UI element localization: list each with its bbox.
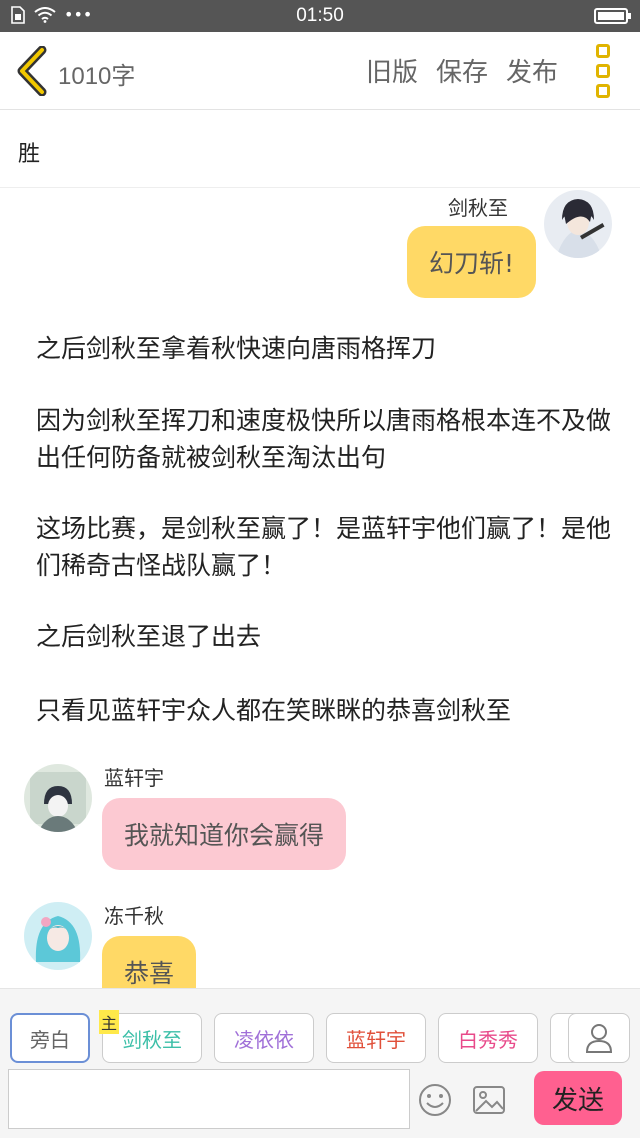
avatar[interactable] bbox=[24, 764, 92, 832]
menu-dot bbox=[596, 44, 610, 58]
chapter-title[interactable]: 胜 bbox=[0, 110, 640, 188]
message-input[interactable] bbox=[8, 1069, 410, 1129]
top-actions: 旧版 保存 发布 bbox=[366, 52, 558, 89]
more-menu-button[interactable] bbox=[596, 44, 614, 98]
character-avatar-icon bbox=[24, 764, 92, 832]
status-time: 01:50 bbox=[296, 5, 344, 26]
dialog-message[interactable]: 蓝轩宇 我就知道你会赢得 bbox=[24, 762, 424, 882]
character-tab-label: 剑秋至 bbox=[122, 1027, 182, 1052]
character-tab-jian[interactable]: 主 剑秋至 bbox=[99, 1010, 202, 1063]
character-avatar-icon bbox=[24, 902, 92, 970]
status-bar: ••• 01:50 bbox=[0, 0, 640, 32]
chevron-left-icon bbox=[17, 45, 47, 97]
narration-text[interactable]: 之后剑秋至拿着秋快速向唐雨格挥刀 bbox=[36, 330, 616, 367]
character-tab-label: 凌依依 bbox=[234, 1027, 294, 1052]
narration-text[interactable]: 因为剑秋至挥刀和速度极快所以唐雨格根本连不及做出任何防备就被剑秋至淘汰出句 bbox=[36, 402, 616, 476]
character-tab-bai[interactable]: 白秀秀 bbox=[438, 1013, 538, 1063]
host-badge: 主 bbox=[99, 1010, 120, 1034]
avatar[interactable] bbox=[544, 190, 612, 258]
smiley-icon bbox=[419, 1084, 451, 1116]
emoji-button[interactable] bbox=[418, 1083, 452, 1117]
speaker-name: 冻千秋 bbox=[104, 904, 164, 928]
back-button[interactable] bbox=[14, 45, 54, 97]
narration-text[interactable]: 之后剑秋至退了出去 bbox=[36, 618, 616, 655]
menu-dot bbox=[596, 84, 610, 98]
user-icon bbox=[585, 1024, 613, 1053]
avatar[interactable] bbox=[24, 902, 92, 970]
battery-level bbox=[598, 12, 624, 20]
narration-text[interactable]: 只看见蓝轩宇众人都在笑眯眯的恭喜剑秋至 bbox=[36, 692, 616, 729]
message-bubble: 恭喜 bbox=[102, 936, 197, 988]
character-tab-label: 蓝轩宇 bbox=[346, 1027, 406, 1052]
story-content[interactable]: 剑秋至 幻刀斩! 之后剑秋至拿着秋快速向唐雨格挥刀 因为剑秋至挥刀和速度极快所以… bbox=[0, 188, 640, 988]
word-count: 1010字 bbox=[58, 63, 136, 90]
save-button[interactable]: 保存 bbox=[436, 52, 488, 89]
old-version-button[interactable]: 旧版 bbox=[366, 52, 418, 89]
character-tabs: 旁白 主 剑秋至 凌依依 蓝轩宇 白秀秀 bbox=[10, 1010, 580, 1063]
image-button[interactable] bbox=[472, 1085, 506, 1115]
speaker-name: 剑秋至 bbox=[448, 196, 508, 220]
editor-toolbar: 旁白 主 剑秋至 凌依依 蓝轩宇 白秀秀 发送 bbox=[0, 988, 640, 1138]
menu-dot bbox=[596, 64, 610, 78]
character-tab-lan[interactable]: 蓝轩宇 bbox=[326, 1013, 426, 1063]
dialog-message[interactable]: 剑秋至 幻刀斩! bbox=[12, 188, 612, 308]
character-tab-ling[interactable]: 凌依依 bbox=[214, 1013, 314, 1063]
top-nav: 1010字 旧版 保存 发布 bbox=[0, 32, 640, 110]
speaker-name: 蓝轩宇 bbox=[104, 766, 164, 790]
send-button[interactable]: 发送 bbox=[534, 1071, 622, 1125]
dialog-message[interactable]: 冻千秋 恭喜 bbox=[24, 900, 424, 988]
message-bubble: 我就知道你会赢得 bbox=[102, 798, 347, 870]
character-manage-button[interactable] bbox=[568, 1013, 630, 1063]
narration-text[interactable]: 这场比赛，是剑秋至赢了！是蓝轩宇他们赢了！是他们稀奇古怪战队赢了！ bbox=[36, 510, 616, 584]
publish-button[interactable]: 发布 bbox=[506, 52, 558, 89]
battery-icon bbox=[594, 8, 631, 24]
character-tab-label: 旁白 bbox=[30, 1027, 70, 1052]
character-tab-label: 白秀秀 bbox=[458, 1027, 518, 1052]
message-bubble: 幻刀斩! bbox=[406, 226, 536, 298]
character-tab-narrator[interactable]: 旁白 bbox=[10, 1013, 90, 1063]
image-icon bbox=[473, 1086, 505, 1114]
character-avatar-icon bbox=[544, 190, 612, 258]
